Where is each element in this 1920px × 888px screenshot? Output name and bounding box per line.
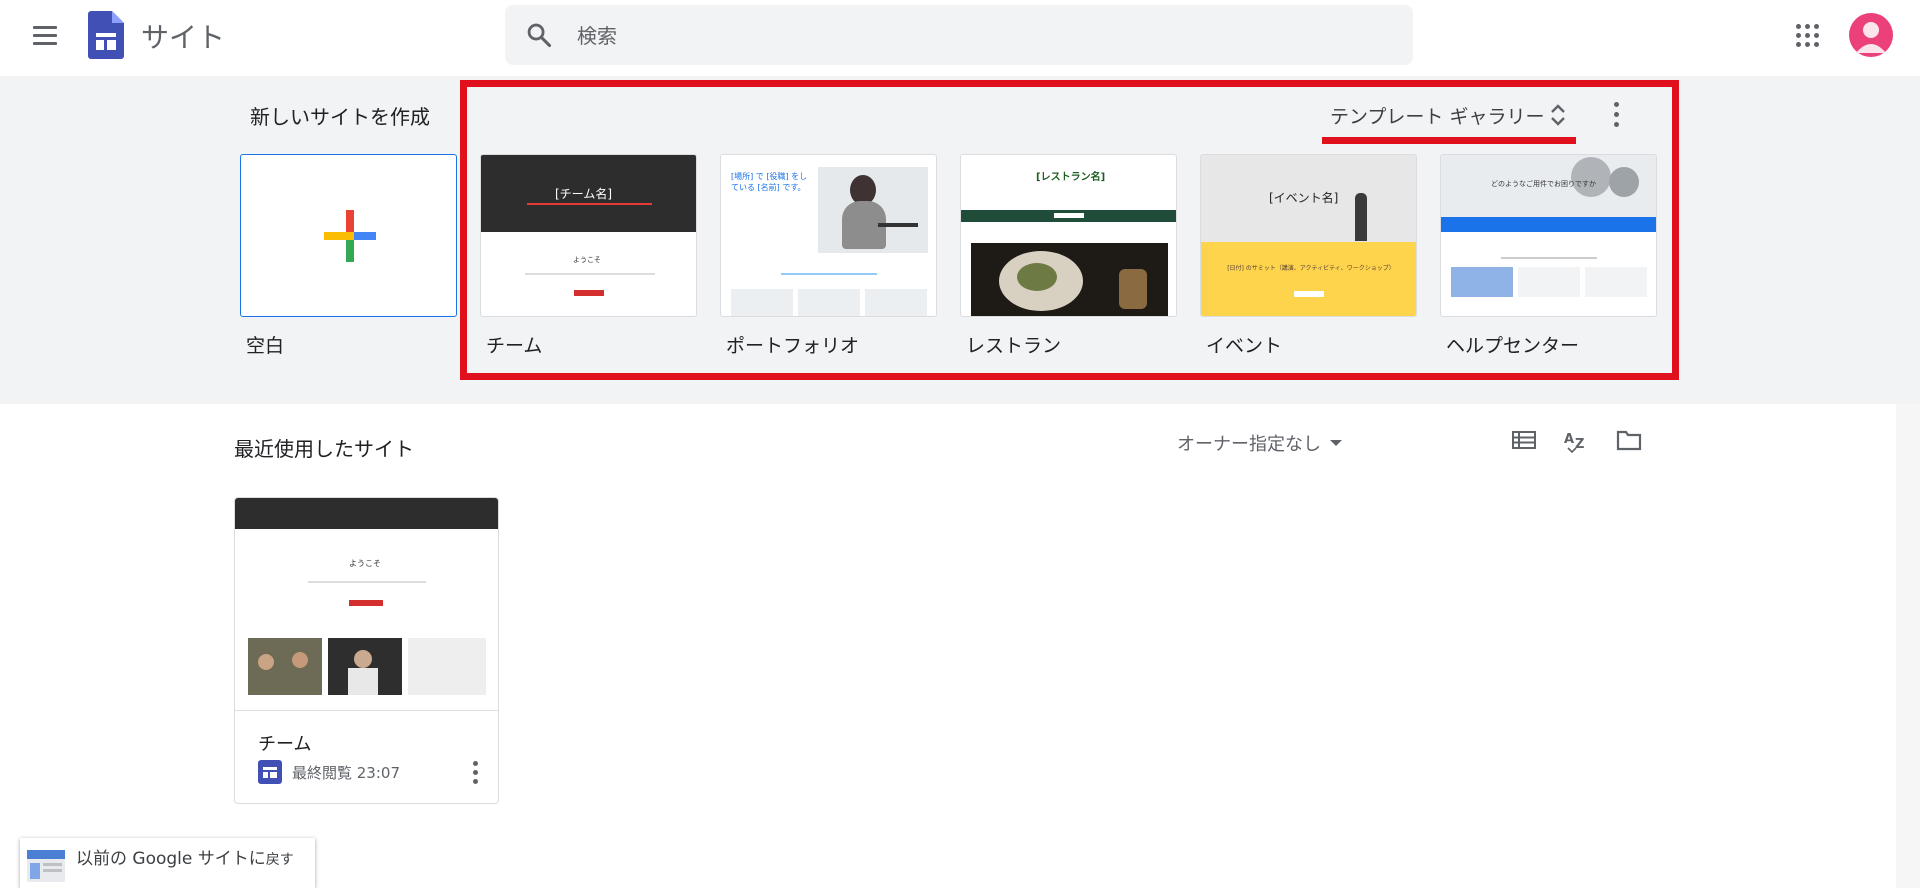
account-avatar[interactable] xyxy=(1849,13,1893,57)
page-scroll-edge xyxy=(1896,404,1920,888)
thumb-welcome: ようこそ xyxy=(349,559,381,568)
card-divider xyxy=(235,710,498,711)
site-more-options-icon[interactable] xyxy=(465,758,485,788)
app-header: サイト xyxy=(0,0,1920,76)
list-view-icon[interactable] xyxy=(1510,426,1538,454)
svg-text:A: A xyxy=(1564,432,1574,447)
thumb-photo xyxy=(248,638,322,695)
search-bar[interactable] xyxy=(505,5,1413,65)
plus-icon xyxy=(324,210,376,262)
dropdown-arrow-icon xyxy=(1330,440,1342,446)
recent-sites-heading: 最近使用したサイト xyxy=(234,437,414,461)
svg-text:Z: Z xyxy=(1575,437,1584,452)
person-icon xyxy=(1856,22,1886,53)
google-apps-icon[interactable] xyxy=(1795,23,1821,49)
classic-sites-icon xyxy=(27,850,65,882)
sites-logo-icon[interactable] xyxy=(88,11,124,59)
template-tile-blank[interactable] xyxy=(240,154,457,317)
thumb-text-line xyxy=(308,581,426,583)
highlight-frame xyxy=(460,80,1679,380)
owner-filter-dropdown[interactable]: オーナー指定なし xyxy=(1177,428,1347,458)
site-name: チーム xyxy=(258,734,312,755)
thumb-button xyxy=(349,600,383,606)
template-name-blank[interactable]: 空白 xyxy=(246,331,284,358)
app-title: サイト xyxy=(141,21,226,54)
create-site-heading: 新しいサイトを作成 xyxy=(250,105,430,129)
thumb-header xyxy=(235,498,498,529)
search-input[interactable] xyxy=(575,19,1379,53)
recent-site-card[interactable]: ようこそ チーム 最終閲覧 23:07 xyxy=(234,497,499,804)
sort-az-icon[interactable]: A Z xyxy=(1562,426,1590,454)
classic-sites-label-tail: 戻す xyxy=(265,852,294,868)
thumb-photo xyxy=(328,638,402,695)
main-menu-icon[interactable] xyxy=(24,22,64,52)
last-viewed-time: 最終閲覧 23:07 xyxy=(292,764,400,782)
search-icon[interactable] xyxy=(525,21,553,49)
classic-sites-label: 以前の Google サイトに戻す xyxy=(76,844,294,869)
thumb-block xyxy=(408,638,486,695)
classic-sites-label-main: 以前の Google サイトに xyxy=(76,849,266,869)
owner-filter-label: オーナー指定なし xyxy=(1177,434,1321,455)
folder-icon[interactable] xyxy=(1615,426,1643,454)
classic-sites-link[interactable]: 以前の Google サイトに戻す xyxy=(20,838,315,888)
sites-file-icon xyxy=(258,760,282,784)
